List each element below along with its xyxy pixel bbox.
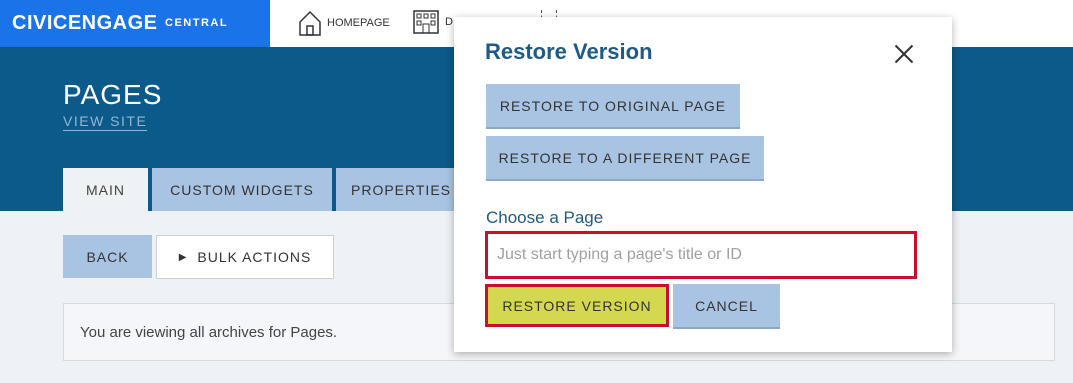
modal-title: Restore Version (485, 39, 653, 64)
cancel-button[interactable]: CANCEL (673, 284, 780, 327)
choose-page-label: Choose a Page (486, 208, 604, 227)
nav-homepage-label: HOMEPAGE (327, 17, 390, 29)
nav-departments-label: D (445, 16, 453, 28)
restore-different-button[interactable]: RESTORE TO A DIFFERENT PAGE (486, 136, 764, 179)
page-title: PAGES (63, 79, 163, 110)
home-icon (299, 10, 321, 36)
choose-page-input[interactable] (485, 231, 917, 279)
nav-homepage[interactable]: HOMEPAGE (298, 8, 390, 38)
close-icon[interactable] (894, 44, 914, 64)
tab-custom-widgets[interactable]: CUSTOM WIDGETS (152, 168, 332, 211)
info-text: You are viewing all archives for Pages. (80, 324, 338, 341)
restore-version-modal: Restore Version RESTORE TO ORIGINAL PAGE… (454, 17, 952, 352)
restore-version-button[interactable]: RESTORE VERSION (485, 284, 669, 327)
bulk-actions-label: BULK ACTIONS (197, 249, 312, 265)
building-icon (413, 10, 439, 34)
bulk-actions-button[interactable]: ▶ BULK ACTIONS (156, 235, 334, 279)
restore-original-button[interactable]: RESTORE TO ORIGINAL PAGE (486, 84, 740, 127)
brand-name: CIVICENGAGE (12, 12, 158, 34)
tab-properties[interactable]: PROPERTIES (336, 168, 466, 211)
brand-logo[interactable]: CIVICENGAGE CENTRAL (0, 0, 270, 47)
back-button[interactable]: BACK (63, 235, 152, 278)
play-icon: ▶ (178, 251, 188, 263)
nav-departments[interactable]: D (413, 10, 453, 34)
brand-subtitle: CENTRAL (165, 17, 229, 29)
view-site-link[interactable]: VIEW SITE (63, 113, 148, 131)
tab-main[interactable]: MAIN (63, 168, 148, 211)
